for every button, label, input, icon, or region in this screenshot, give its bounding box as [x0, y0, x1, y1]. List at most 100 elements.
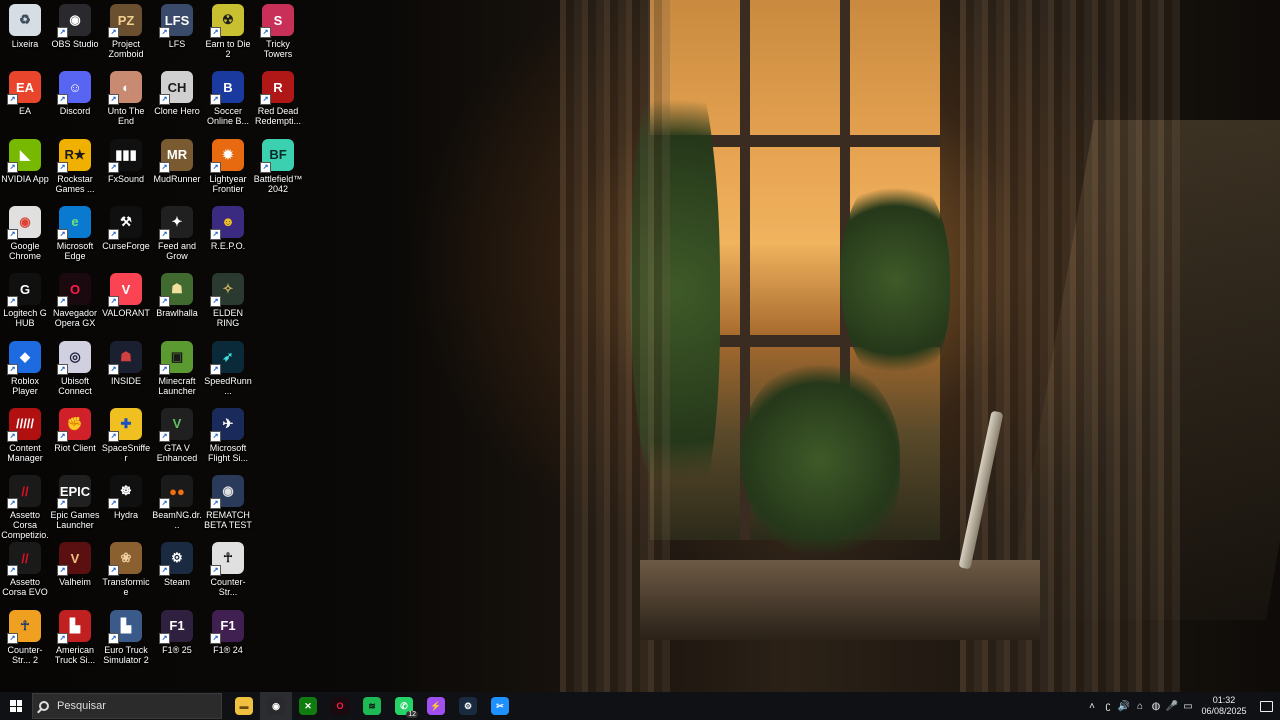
chevron-up-icon[interactable]: ˄ — [1084, 692, 1100, 720]
desktop-icon[interactable]: ✧ ↗ ELDEN RING — [203, 269, 253, 328]
desktop-icon[interactable]: ⚙ ↗ Steam — [152, 538, 202, 587]
bluetooth-icon[interactable]: ʗ — [1100, 692, 1116, 720]
taskbar-app-obs-studio[interactable]: ◉ — [260, 692, 292, 720]
desktop-icon[interactable]: ☥ ↗ Counter-Str... — [203, 538, 253, 597]
desktop-icon[interactable]: e ↗ Microsoft Edge — [50, 202, 100, 261]
app-icon: G ↗ — [7, 273, 41, 308]
desktop-icon[interactable]: ◉ ↗ Google Chrome — [0, 202, 50, 261]
desktop-icon[interactable]: ☢ ↗ Earn to Die 2 — [203, 0, 253, 59]
desktop-icon-label: SpaceSniffer — [101, 442, 151, 463]
desktop-icon[interactable]: EPIC ↗ Epic Games Launcher — [50, 471, 100, 530]
desktop-icon-label: ELDEN RING — [212, 308, 243, 329]
taskbar-app-file-explorer[interactable]: ▬ — [228, 692, 260, 720]
taskbar-app-opera-gx[interactable]: O — [324, 692, 356, 720]
volume-icon[interactable]: 🔊 — [1116, 692, 1132, 720]
desktop-icon[interactable]: ☗ ↗ INSIDE — [101, 337, 151, 386]
desktop-icon-label: Riot Client — [54, 442, 96, 453]
start-button[interactable] — [0, 692, 32, 720]
desktop-icon[interactable]: ✹ ↗ Lightyear Frontier — [203, 135, 253, 194]
desktop-icon[interactable]: ◆ ↗ Roblox Player — [0, 337, 50, 396]
desktop-icon[interactable]: S ↗ Tricky Towers — [253, 0, 303, 59]
shortcut-arrow-icon: ↗ — [108, 296, 119, 308]
desktop-icon[interactable]: //↗ Assetto Corsa EVO — [0, 538, 50, 597]
desktop-icon[interactable]: F1 ↗ F1® 25 — [152, 606, 202, 655]
desktop-icon[interactable]: ◉ ↗ REMATCH BETA TEST — [203, 471, 253, 530]
app-icon: B ↗ — [210, 71, 244, 106]
desktop-icon[interactable]: V ↗ GTA V Enhanced — [152, 404, 202, 463]
notification-center-button[interactable] — [1252, 692, 1280, 720]
desktop-icon[interactable]: LFS ↗ LFS — [152, 0, 202, 49]
desktop-icon[interactable]: B ↗ Soccer Online B... — [203, 67, 253, 126]
shortcut-arrow-icon: ↗ — [57, 363, 68, 375]
desktop-icon[interactable]: PZ ↗ Project Zomboid — [101, 0, 151, 59]
microphone-icon[interactable]: 🎤 — [1164, 692, 1180, 720]
desktop-icon[interactable]: ▮▮▮ ↗ FxSound — [101, 135, 151, 184]
taskbar: Pesquisar ▬ ◉ ✕ O ≋ ✆ 12 ⚡ ⚙ ✂ ˄ ʗ 🔊 ⌂ ◍ 🎤 ▭ 01:32 06/0… — [0, 692, 1280, 720]
app-icon: ☻ ↗ — [210, 205, 244, 240]
desktop-icon[interactable]: ♻ Lixeira — [0, 0, 50, 49]
taskbar-app-steam[interactable]: ⚙ — [452, 692, 484, 720]
desktop-icon[interactable]: ☺ ↗ Discord — [50, 67, 100, 116]
taskbar-app-messenger[interactable]: ⚡ — [420, 692, 452, 720]
desktop-icon[interactable]: /////↗ Content Manager — [0, 404, 50, 463]
desktop-icon[interactable]: R ↗ Red Dead Redempti... — [253, 67, 303, 126]
desktop-icon[interactable]: V ↗ VALORANT — [101, 269, 151, 318]
desktop-icon[interactable]: ⚒ ↗ CurseForge — [101, 202, 151, 251]
desktop-icon[interactable]: ☥ ↗ Counter-Str... 2 — [0, 606, 50, 665]
desktop-icon[interactable]: ◎ ↗ Ubisoft Connect — [50, 337, 100, 396]
shortcut-arrow-icon: ↗ — [7, 430, 18, 442]
desktop-icon[interactable]: G ↗ Logitech G HUB — [0, 269, 50, 328]
desktop-icon[interactable]: ☸ ↗ Hydra — [101, 471, 151, 520]
desktop-icon[interactable]: O ↗ Navegador Opera GX — [50, 269, 100, 328]
desktop-icon[interactable]: ▙ ↗ Euro Truck Simulator 2 — [101, 606, 151, 665]
desktop-icon-label: Ubisoft Connect — [58, 375, 92, 396]
taskbar-search[interactable]: Pesquisar — [32, 693, 222, 719]
desktop-icon[interactable]: ●● ↗ BeamNG.dr... — [152, 471, 202, 530]
app-icon: V ↗ — [57, 542, 91, 577]
desktop-icon-label: BeamNG.dr... — [152, 510, 202, 531]
desktop-icon[interactable]: MR ↗ MudRunner — [152, 135, 202, 184]
desktop-icon[interactable]: ◐ ↗ Unto The End — [101, 67, 151, 126]
taskbar-app-spotify[interactable]: ≋ — [356, 692, 388, 720]
clock[interactable]: 01:32 06/08/2025 — [1196, 695, 1252, 717]
desktop-icon[interactable]: ▣ ↗ Minecraft Launcher — [152, 337, 202, 396]
desktop-icon[interactable]: ☗ ↗ Brawlhalla — [152, 269, 202, 318]
app-icon: BF ↗ — [260, 138, 294, 173]
app-icon: S ↗ — [260, 4, 294, 38]
desktop-icon-label: Assetto Corsa EVO — [2, 577, 48, 598]
desktop-icon-label: Unto The End — [107, 106, 145, 127]
desktop-icon[interactable]: ✚ ↗ SpaceSniffer — [101, 404, 151, 463]
desktop-icon[interactable]: ✊ ↗ Riot Client — [50, 404, 100, 453]
desktop-icon[interactable]: ▙ ↗ American Truck Si... — [50, 606, 100, 665]
desktop-icon[interactable]: ◣ ↗ NVIDIA App — [0, 135, 50, 184]
desktop-icon[interactable]: V ↗ Valheim — [50, 538, 100, 587]
taskbar-app-snipping-tool[interactable]: ✂ — [484, 692, 516, 720]
desktop-icon[interactable]: BF ↗ Battlefield™ 2042 — [253, 135, 303, 194]
desktop-icon[interactable]: ➶ ↗ SpeedRunn... — [203, 337, 253, 396]
shortcut-arrow-icon: ↗ — [108, 228, 119, 240]
desktop-icon[interactable]: ❀ ↗ Transformice — [101, 538, 151, 597]
desktop-icon[interactable]: ✈ ↗ Microsoft Flight Si... — [203, 404, 253, 463]
desktop-icon[interactable]: EA ↗ EA — [0, 67, 50, 116]
shortcut-arrow-icon: ↗ — [159, 94, 170, 106]
network-icon[interactable]: ⌂ — [1132, 692, 1148, 720]
desktop-icon-label: Clone Hero — [154, 106, 200, 117]
display-icon[interactable]: ▭ — [1180, 692, 1196, 720]
desktop-icon[interactable]: CH ↗ Clone Hero — [152, 67, 202, 116]
desktop-icon[interactable]: ◉ ↗ OBS Studio — [50, 0, 100, 49]
taskbar-app-whatsapp[interactable]: ✆ 12 — [388, 692, 420, 720]
opera-gx-icon: O — [331, 697, 349, 715]
app-icon: ☗ ↗ — [159, 273, 193, 308]
desktop-icon-label: Battlefield™ 2042 — [253, 173, 303, 194]
shortcut-arrow-icon: ↗ — [108, 430, 119, 442]
desktop-icon[interactable]: F1 ↗ F1® 24 — [203, 606, 253, 655]
desktop-icon[interactable]: R★ ↗ Rockstar Games ... — [50, 135, 100, 194]
vpn-icon[interactable]: ◍ — [1148, 692, 1164, 720]
app-icon: CH ↗ — [159, 71, 193, 106]
taskbar-apps: ▬ ◉ ✕ O ≋ ✆ 12 ⚡ ⚙ ✂ — [228, 692, 516, 720]
taskbar-app-xbox[interactable]: ✕ — [292, 692, 324, 720]
shortcut-arrow-icon: ↗ — [108, 363, 119, 375]
app-icon: ✹ ↗ — [210, 138, 244, 173]
desktop-icon[interactable]: ✦ ↗ Feed and Grow — [152, 202, 202, 261]
desktop-icon[interactable]: ☻ ↗ R.E.P.O. — [203, 202, 253, 251]
